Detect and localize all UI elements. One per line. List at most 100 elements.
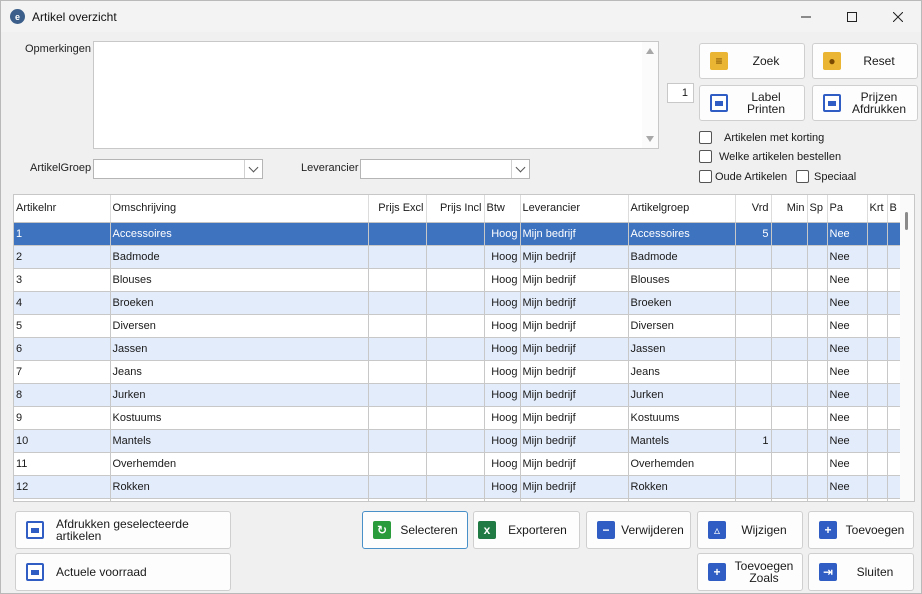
table-cell[interactable]: [807, 406, 828, 430]
table-cell[interactable]: [807, 337, 828, 361]
checkbox-korting[interactable]: Artikelen met korting: [699, 131, 824, 144]
table-row[interactable]: [14, 498, 903, 501]
table-cell[interactable]: Hoog: [484, 452, 521, 476]
table-cell[interactable]: [735, 268, 772, 292]
table-cell[interactable]: [807, 498, 828, 501]
grid-scrollbar[interactable]: [900, 195, 914, 501]
table-cell[interactable]: [426, 222, 485, 246]
table-cell[interactable]: [368, 337, 427, 361]
table-cell[interactable]: [867, 383, 888, 407]
table-row[interactable]: 12 Rokken Hoog Mijn bedrijf Rokken Nee: [14, 475, 903, 499]
table-cell[interactable]: [807, 314, 828, 338]
table-cell[interactable]: [867, 337, 888, 361]
table-cell[interactable]: [735, 314, 772, 338]
table-cell[interactable]: [735, 498, 772, 501]
table-cell[interactable]: Overhemden: [110, 452, 369, 476]
table-cell[interactable]: Hoog: [484, 383, 521, 407]
opmerkingen-textarea[interactable]: [93, 41, 659, 149]
afdrukken-geselecteerde-button[interactable]: Afdrukken geselecteerde artikelen: [15, 511, 231, 549]
table-cell[interactable]: Rokken: [110, 475, 369, 499]
toevoegen-zoals-button[interactable]: + Toevoegen Zoals: [697, 553, 803, 591]
table-cell[interactable]: Jurken: [110, 383, 369, 407]
table-cell[interactable]: Overhemden: [628, 452, 736, 476]
table-cell[interactable]: [735, 291, 772, 315]
table-cell[interactable]: [426, 429, 485, 453]
toevoegen-button[interactable]: + Toevoegen: [808, 511, 914, 549]
checkbox-speciaal-box[interactable]: [796, 170, 809, 183]
table-cell[interactable]: Jeans: [628, 360, 736, 384]
table-cell[interactable]: [867, 268, 888, 292]
chevron-down-icon[interactable]: [511, 160, 529, 178]
table-cell[interactable]: [14, 498, 111, 501]
table-cell[interactable]: Hoog: [484, 291, 521, 315]
table-cell[interactable]: [368, 475, 427, 499]
checkbox-speciaal[interactable]: Speciaal: [796, 170, 856, 183]
checkbox-bestellen[interactable]: Welke artikelen bestellen: [699, 150, 841, 163]
table-cell[interactable]: [807, 475, 828, 499]
table-cell[interactable]: Nee: [827, 475, 868, 499]
table-cell[interactable]: [368, 268, 427, 292]
close-button[interactable]: [875, 1, 921, 32]
table-cell[interactable]: Mijn bedrijf: [520, 337, 629, 361]
col-header-pa[interactable]: Pa: [827, 195, 868, 223]
table-cell[interactable]: [426, 452, 485, 476]
table-cell[interactable]: [771, 429, 808, 453]
selecteren-button[interactable]: ↻ Selecteren: [362, 511, 468, 549]
table-cell[interactable]: [735, 452, 772, 476]
table-cell[interactable]: 4: [14, 291, 111, 315]
table-cell[interactable]: [867, 475, 888, 499]
col-header-vrd[interactable]: Vrd: [735, 195, 772, 223]
table-cell[interactable]: Nee: [827, 383, 868, 407]
table-cell[interactable]: [771, 360, 808, 384]
maximize-button[interactable]: [829, 1, 875, 32]
table-cell[interactable]: [867, 291, 888, 315]
table-cell[interactable]: Nee: [827, 291, 868, 315]
table-cell[interactable]: [368, 383, 427, 407]
table-cell[interactable]: [771, 314, 808, 338]
table-row[interactable]: 8 Jurken Hoog Mijn bedrijf Jurken Nee: [14, 383, 903, 407]
table-cell[interactable]: Broeken: [110, 291, 369, 315]
exporteren-button[interactable]: x Exporteren: [473, 511, 580, 549]
col-header-artikelnr[interactable]: Artikelnr: [14, 195, 111, 223]
reset-button[interactable]: ● Reset: [812, 43, 918, 79]
checkbox-bestellen-box[interactable]: [699, 150, 712, 163]
table-cell[interactable]: [426, 406, 485, 430]
table-cell[interactable]: [867, 245, 888, 269]
table-cell[interactable]: 3: [14, 268, 111, 292]
col-header-omschrijving[interactable]: Omschrijving: [110, 195, 369, 223]
table-cell[interactable]: [735, 475, 772, 499]
table-cell[interactable]: 1: [14, 222, 111, 246]
checkbox-korting-box[interactable]: [699, 131, 712, 144]
table-cell[interactable]: Rokken: [628, 475, 736, 499]
table-cell[interactable]: 2: [14, 245, 111, 269]
col-header-min[interactable]: Min: [771, 195, 808, 223]
table-cell[interactable]: Hoog: [484, 337, 521, 361]
scroll-up-icon[interactable]: [646, 48, 654, 54]
table-cell[interactable]: [368, 429, 427, 453]
table-cell[interactable]: Hoog: [484, 245, 521, 269]
table-cell[interactable]: [368, 291, 427, 315]
table-cell[interactable]: Blouses: [110, 268, 369, 292]
table-cell[interactable]: 8: [14, 383, 111, 407]
table-cell[interactable]: Diversen: [110, 314, 369, 338]
table-cell[interactable]: Mantels: [110, 429, 369, 453]
grid-scroll-thumb[interactable]: [905, 212, 908, 230]
table-cell[interactable]: [771, 475, 808, 499]
table-cell[interactable]: [735, 360, 772, 384]
col-header-btw[interactable]: Btw: [484, 195, 521, 223]
table-cell[interactable]: Mijn bedrijf: [520, 245, 629, 269]
table-cell[interactable]: [368, 222, 427, 246]
table-cell[interactable]: Mijn bedrijf: [520, 314, 629, 338]
table-cell[interactable]: [426, 268, 485, 292]
table-cell[interactable]: [827, 498, 868, 501]
table-cell[interactable]: [426, 383, 485, 407]
table-cell[interactable]: [426, 498, 485, 501]
table-cell[interactable]: Nee: [827, 222, 868, 246]
table-cell[interactable]: Accessoires: [628, 222, 736, 246]
col-header-leverancier[interactable]: Leverancier: [520, 195, 629, 223]
verwijderen-button[interactable]: − Verwijderen: [586, 511, 691, 549]
table-cell[interactable]: [867, 498, 888, 501]
table-cell[interactable]: [807, 222, 828, 246]
table-cell[interactable]: 9: [14, 406, 111, 430]
minimize-button[interactable]: [783, 1, 829, 32]
